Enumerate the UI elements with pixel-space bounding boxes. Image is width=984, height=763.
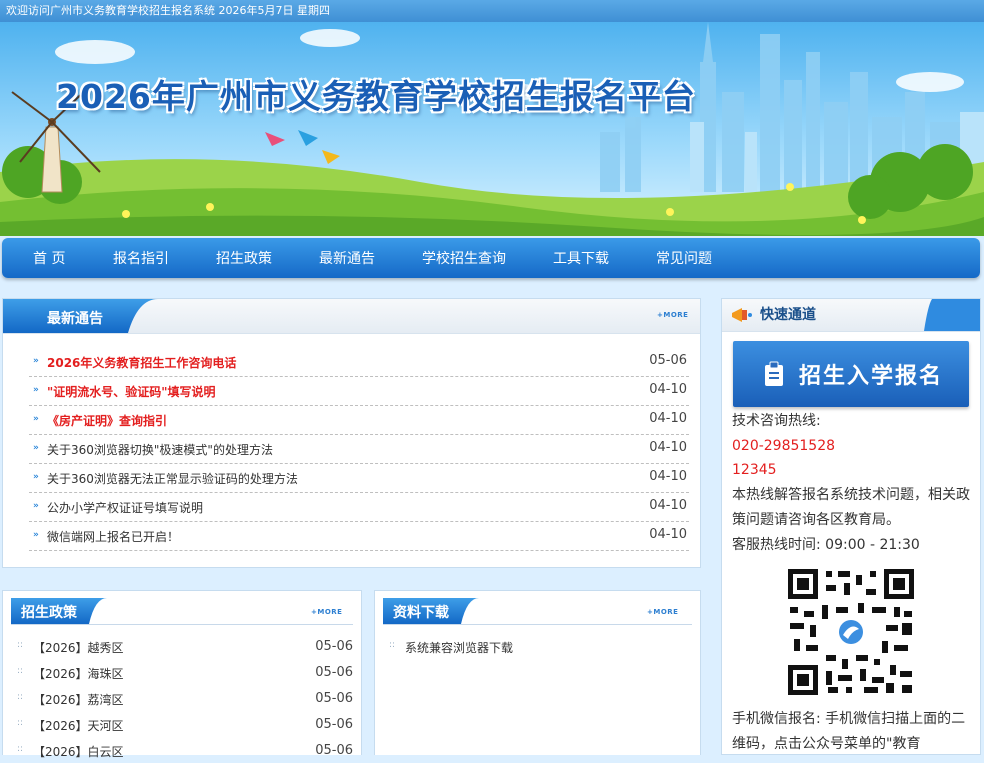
hotline-label: 技术咨询热线: [732, 413, 821, 429]
bullet-icon: :: [17, 692, 24, 702]
policy-item-date: 05-06 [315, 639, 353, 654]
nav-faq[interactable]: 常见问题 [656, 238, 712, 278]
nav-enrollment-policy[interactable]: 招生政策 [216, 238, 272, 278]
notices-header: 最新通告 +MORE [3, 299, 700, 334]
bullet-icon: :: [17, 718, 24, 728]
notice-date: 04-10 [649, 440, 687, 455]
register-button-label: 招生入学报名 [799, 364, 944, 389]
notice-date: 04-10 [649, 411, 687, 426]
policy-item-title[interactable]: 【2026】海珠区 [33, 665, 124, 682]
notice-title[interactable]: "证明流水号、验证码"填写说明 [47, 383, 216, 400]
arrow-icon: » [33, 356, 39, 366]
quick-channel-panel: 快速通道 招生入学报名 技术咨询热线: 020-29851528 12345 本… [721, 298, 981, 755]
download-item-title[interactable]: 系统兼容浏览器下载 [405, 639, 513, 656]
quick-channel-title: 快速通道 [760, 307, 816, 323]
notice-title[interactable]: 关于360浏览器切换"极速模式"的处理方法 [47, 441, 273, 458]
list-item[interactable]: :: 【2026】白云区 05-06 [17, 738, 353, 763]
policy-item-date: 05-06 [315, 665, 353, 680]
arrow-icon: » [33, 530, 39, 540]
list-item[interactable]: :: 【2026】天河区 05-06 [17, 712, 353, 737]
banner-title: 2026年广州市义务教育学校招生报名平台 [56, 77, 696, 116]
bullet-icon: :: [389, 640, 396, 650]
notice-date: 04-10 [649, 469, 687, 484]
list-item[interactable]: :: 【2026】荔湾区 05-06 [17, 686, 353, 711]
hotline-phone-2: 12345 [732, 462, 777, 478]
list-item[interactable]: » 关于360浏览器无法正常显示验证码的处理方法 04-10 [29, 463, 689, 493]
arrow-icon: » [33, 501, 39, 511]
welcome-text: 欢迎访问广州市义务教育学校招生报名系统 2026年5月7日 星期四 [6, 4, 330, 17]
policy-header: 招生政策 +MORE [11, 598, 353, 625]
nav-home[interactable]: 首 页 [33, 238, 65, 278]
notice-date: 04-10 [649, 498, 687, 513]
policy-more-link[interactable]: +MORE [311, 608, 342, 616]
megaphone-icon [732, 308, 752, 322]
list-item[interactable]: » 公办小学产权证证号填写说明 04-10 [29, 492, 689, 522]
hotline-phone-1: 020-29851528 [732, 438, 836, 454]
list-item[interactable]: » 2026年义务教育招生工作咨询电话 05-06 [29, 347, 689, 377]
policy-title: 招生政策 [21, 605, 77, 621]
main-nav: 首 页 报名指引 招生政策 最新通告 学校招生查询 工具下载 常见问题 [2, 238, 980, 278]
nav-registration-guide[interactable]: 报名指引 [113, 238, 169, 278]
policy-item-title[interactable]: 【2026】白云区 [33, 743, 124, 760]
notice-title[interactable]: 《房产证明》查询指引 [47, 412, 167, 429]
notice-title[interactable]: 公办小学产权证证号填写说明 [47, 499, 203, 516]
arrow-icon: » [33, 472, 39, 482]
welcome-bar: 欢迎访问广州市义务教育学校招生报名系统 2026年5月7日 星期四 [0, 0, 984, 22]
list-item[interactable]: :: 【2026】越秀区 05-06 [17, 634, 353, 659]
nav-tool-download[interactable]: 工具下载 [553, 238, 609, 278]
list-item[interactable]: :: 系统兼容浏览器下载 [389, 634, 689, 659]
downloads-header: 资料下载 +MORE [383, 598, 692, 625]
list-item[interactable]: » "证明流水号、验证码"填写说明 04-10 [29, 376, 689, 406]
notices-panel: 最新通告 +MORE » 2026年义务教育招生工作咨询电话 05-06 » "证明流… [2, 298, 701, 568]
list-item[interactable]: » 关于360浏览器切换"极速模式"的处理方法 04-10 [29, 434, 689, 464]
nav-school-query[interactable]: 学校招生查询 [422, 238, 506, 278]
bullet-icon: :: [17, 666, 24, 676]
hotline-note: 本热线解答报名系统技术问题，相关政策问题请咨询各区教育局。 [732, 487, 970, 528]
list-item[interactable]: » 微信端网上报名已开启！ 04-10 [29, 521, 689, 551]
arrow-icon: » [33, 443, 39, 453]
banner-illustration [0, 22, 984, 236]
policy-item-date: 05-06 [315, 691, 353, 706]
nav-latest-notices[interactable]: 最新通告 [319, 238, 375, 278]
notices-more-link[interactable]: +MORE [657, 311, 688, 319]
bullet-icon: :: [17, 744, 24, 754]
wechat-registration-note: 手机微信报名: 手机微信扫描上面的二维码，点击公众号菜单的"教育 [732, 711, 966, 752]
downloads-panel: 资料下载 +MORE :: 系统兼容浏览器下载 [374, 590, 701, 755]
service-hours: 客服热线时间: 09:00 - 21:30 [732, 537, 920, 553]
policy-panel: 招生政策 +MORE :: 【2026】越秀区 05-06 :: 【2026】海珠区 0… [2, 590, 362, 759]
bullet-icon: :: [17, 640, 24, 650]
notice-title[interactable]: 关于360浏览器无法正常显示验证码的处理方法 [47, 470, 298, 487]
notice-date: 04-10 [649, 527, 687, 542]
policy-item-title[interactable]: 【2026】越秀区 [33, 639, 124, 656]
list-item[interactable]: » 《房产证明》查询指引 04-10 [29, 405, 689, 435]
banner: 2026年广州市义务教育学校招生报名平台 [0, 22, 984, 236]
policy-item-title[interactable]: 【2026】荔湾区 [33, 691, 124, 708]
notice-title[interactable]: 2026年义务教育招生工作咨询电话 [47, 354, 236, 371]
arrow-icon: » [33, 414, 39, 424]
policy-item-date: 05-06 [315, 717, 353, 732]
notices-title: 最新通告 [47, 311, 103, 327]
qr-code-image [786, 567, 916, 697]
arrow-icon: » [33, 385, 39, 395]
downloads-title: 资料下载 [393, 605, 449, 621]
quick-channel-header: 快速通道 [722, 299, 980, 332]
notice-title[interactable]: 微信端网上报名已开启！ [47, 528, 179, 545]
list-item[interactable]: :: 【2026】海珠区 05-06 [17, 660, 353, 685]
policy-item-title[interactable]: 【2026】天河区 [33, 717, 124, 734]
notice-date: 05-06 [649, 353, 687, 368]
register-button[interactable]: 招生入学报名 [733, 341, 969, 407]
downloads-more-link[interactable]: +MORE [647, 608, 678, 616]
notice-date: 04-10 [649, 382, 687, 397]
clipboard-icon [765, 361, 783, 386]
policy-item-date: 05-06 [315, 743, 353, 758]
